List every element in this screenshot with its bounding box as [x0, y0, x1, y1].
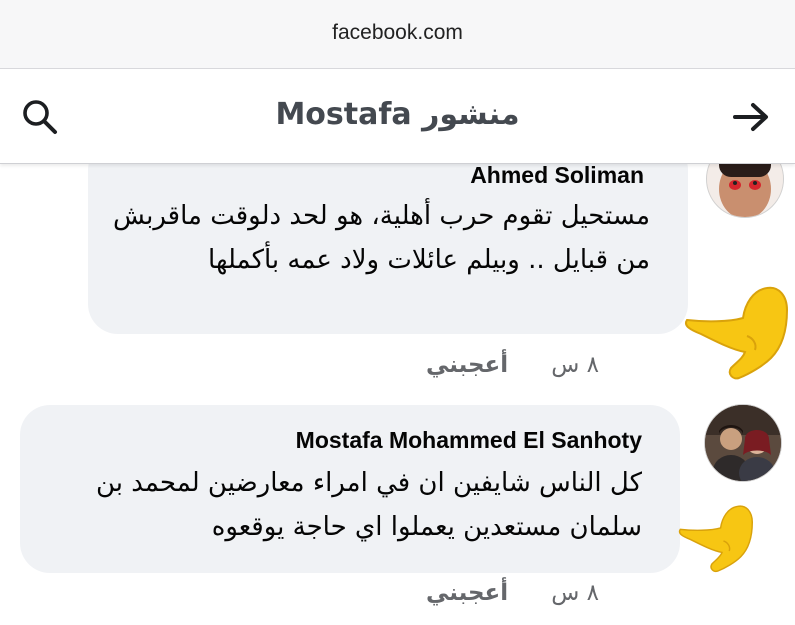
comment-bubble: Mostafa Mohammed El Sanhoty كل الناس شاي…	[20, 405, 680, 573]
comment-author[interactable]: Mostafa Mohammed El Sanhoty	[296, 427, 642, 454]
comment-text: مستحيل تقوم حرب أهلية، هو لحد دلوقت ماقر…	[112, 201, 650, 275]
comment-actions: ٨ س أعجبني	[426, 352, 599, 378]
hand-pointing-left-icon	[678, 505, 754, 573]
like-button[interactable]: أعجبني	[426, 580, 508, 606]
comment-text: كل الناس شايفين ان في امراء معارضين لمحم…	[95, 468, 642, 542]
comment-actions: ٨ س أعجبني	[426, 580, 599, 606]
page-title: منشور Mostafa	[275, 97, 520, 132]
like-button[interactable]: أعجبني	[426, 352, 508, 378]
avatar[interactable]	[704, 404, 782, 482]
comment-time: ٨ س	[551, 352, 599, 378]
arrow-right-icon[interactable]	[731, 99, 771, 135]
browser-url-bar[interactable]: facebook.com	[0, 0, 795, 69]
comment-bubble: Ahmed Soliman مستحيل تقوم حرب أهلية، هو …	[88, 140, 688, 334]
hand-pointing-left-icon	[685, 286, 789, 380]
url-text: facebook.com	[332, 21, 463, 44]
post-header: منشور Mostafa	[0, 69, 795, 164]
comment-author[interactable]: Ahmed Soliman	[470, 162, 644, 189]
comment-time: ٨ س	[551, 580, 599, 606]
